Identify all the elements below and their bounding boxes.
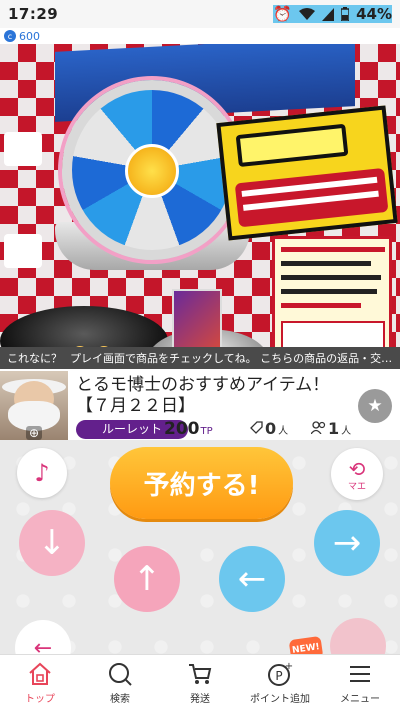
nav-label-menu: メニュー bbox=[340, 694, 380, 705]
orange-balls bbox=[56, 340, 116, 347]
up-arrow-button[interactable]: ↑ bbox=[114, 546, 180, 612]
people-icon bbox=[311, 421, 326, 434]
status-time: 17:29 bbox=[8, 5, 59, 23]
machine-title: とるモ博士のおすすめアイテム！ 【７月２２日】 bbox=[76, 375, 356, 417]
nav-label-shipping: 発送 bbox=[190, 694, 210, 705]
nav-item-shipping[interactable]: 発送 bbox=[160, 655, 240, 711]
ticker-message: プレイ画面で商品をチェックしてね。 こちらの商品の返品・交… bbox=[70, 352, 393, 365]
camera-label: マエ bbox=[347, 481, 366, 492]
status-icons: ⏰ 44% bbox=[273, 5, 392, 23]
price: 200TP bbox=[164, 419, 213, 439]
ticker-question[interactable]: これなに？ bbox=[7, 350, 62, 366]
instruction-panel bbox=[216, 105, 398, 241]
arrow-right-icon: → bbox=[332, 523, 362, 563]
coin-icon: c bbox=[4, 30, 16, 42]
arrow-left-small-icon: ← bbox=[33, 635, 53, 655]
wifi-icon bbox=[299, 7, 316, 20]
notice-box bbox=[281, 321, 385, 347]
new-badge: NEW! bbox=[288, 635, 324, 654]
nav-item-search[interactable]: 検索 bbox=[80, 655, 160, 711]
battery-icon bbox=[341, 7, 350, 21]
arrow-up-icon: ↑ bbox=[132, 559, 162, 599]
down-arrow-button[interactable]: ↓ bbox=[19, 510, 85, 576]
nav-item-top[interactable]: トップ bbox=[0, 655, 80, 711]
prize-box bbox=[172, 289, 222, 347]
machine-title-line1: とるモ博士のおすすめアイテム！ bbox=[76, 375, 330, 395]
camera-rotate-icon: ⟲ bbox=[348, 456, 366, 481]
machine-title-line2: 【７月２２日】 bbox=[76, 396, 195, 416]
music-toggle-button[interactable]: ♪ bbox=[17, 448, 67, 498]
panel-text-block bbox=[234, 167, 389, 228]
menu-icon bbox=[350, 666, 370, 682]
nav-item-add-points[interactable]: P + ポイント追加 bbox=[240, 655, 320, 711]
players-count: 1人 bbox=[311, 419, 351, 438]
nav-item-menu[interactable]: メニュー bbox=[320, 655, 400, 711]
control-panel: ♪ 予約する! ⟲ マエ ↓ ↑ ← → ← NEW! bbox=[0, 440, 400, 654]
music-note-icon: ♪ bbox=[34, 459, 50, 487]
coin-value: 600 bbox=[19, 29, 40, 43]
arrow-down-icon: ↓ bbox=[37, 523, 67, 563]
namco-sign bbox=[4, 132, 42, 166]
watchers-count: 0人 bbox=[250, 419, 288, 438]
home-icon bbox=[29, 662, 51, 685]
coin-counter: c 600 bbox=[0, 28, 400, 44]
nav-label-search: 検索 bbox=[110, 694, 130, 705]
panel-arrow bbox=[235, 123, 349, 168]
zoom-icon[interactable]: ⊕ bbox=[26, 426, 42, 440]
reserve-button[interactable]: 予約する! bbox=[110, 447, 293, 519]
camera-switch-button[interactable]: ⟲ マエ bbox=[331, 448, 383, 500]
favorite-button[interactable]: ★ bbox=[358, 389, 392, 423]
nav-label-top: トップ bbox=[25, 694, 55, 705]
search-icon bbox=[109, 663, 132, 686]
cart-icon bbox=[189, 664, 212, 684]
right-arrow-button[interactable]: → bbox=[314, 510, 380, 576]
bottom-nav: トップ 検索 発送 P + ポイント追加 メニュー bbox=[0, 654, 400, 711]
machine-info: ⊕ とるモ博士のおすすめアイテム！ 【７月２２日】 ルーレット 200TP 0人… bbox=[0, 369, 400, 440]
signal-icon bbox=[322, 7, 335, 21]
left-arrow-button[interactable]: ← bbox=[219, 546, 285, 612]
battery-percent: 44% bbox=[356, 5, 392, 23]
avatar[interactable]: ⊕ bbox=[0, 371, 68, 440]
svg-text:+: + bbox=[285, 661, 293, 672]
status-bar: 17:29 ⏰ 44% bbox=[0, 0, 400, 28]
star-icon: ★ bbox=[367, 396, 383, 416]
svg-text:P: P bbox=[275, 669, 282, 683]
alarm-icon: ⏰ bbox=[273, 5, 293, 23]
game-video[interactable] bbox=[0, 44, 400, 347]
news-ticker[interactable]: これなに？ プレイ画面で商品をチェックしてね。 こちらの商品の返品・交… bbox=[0, 347, 400, 369]
nav-label-add-points: ポイント追加 bbox=[250, 694, 310, 705]
tag-icon bbox=[250, 421, 263, 434]
namco-sign-lower bbox=[4, 234, 42, 268]
points-icon: P+ bbox=[268, 661, 293, 686]
prize-notice bbox=[272, 236, 392, 347]
arrow-left-icon: ← bbox=[237, 559, 267, 599]
roulette-hub bbox=[125, 144, 179, 198]
